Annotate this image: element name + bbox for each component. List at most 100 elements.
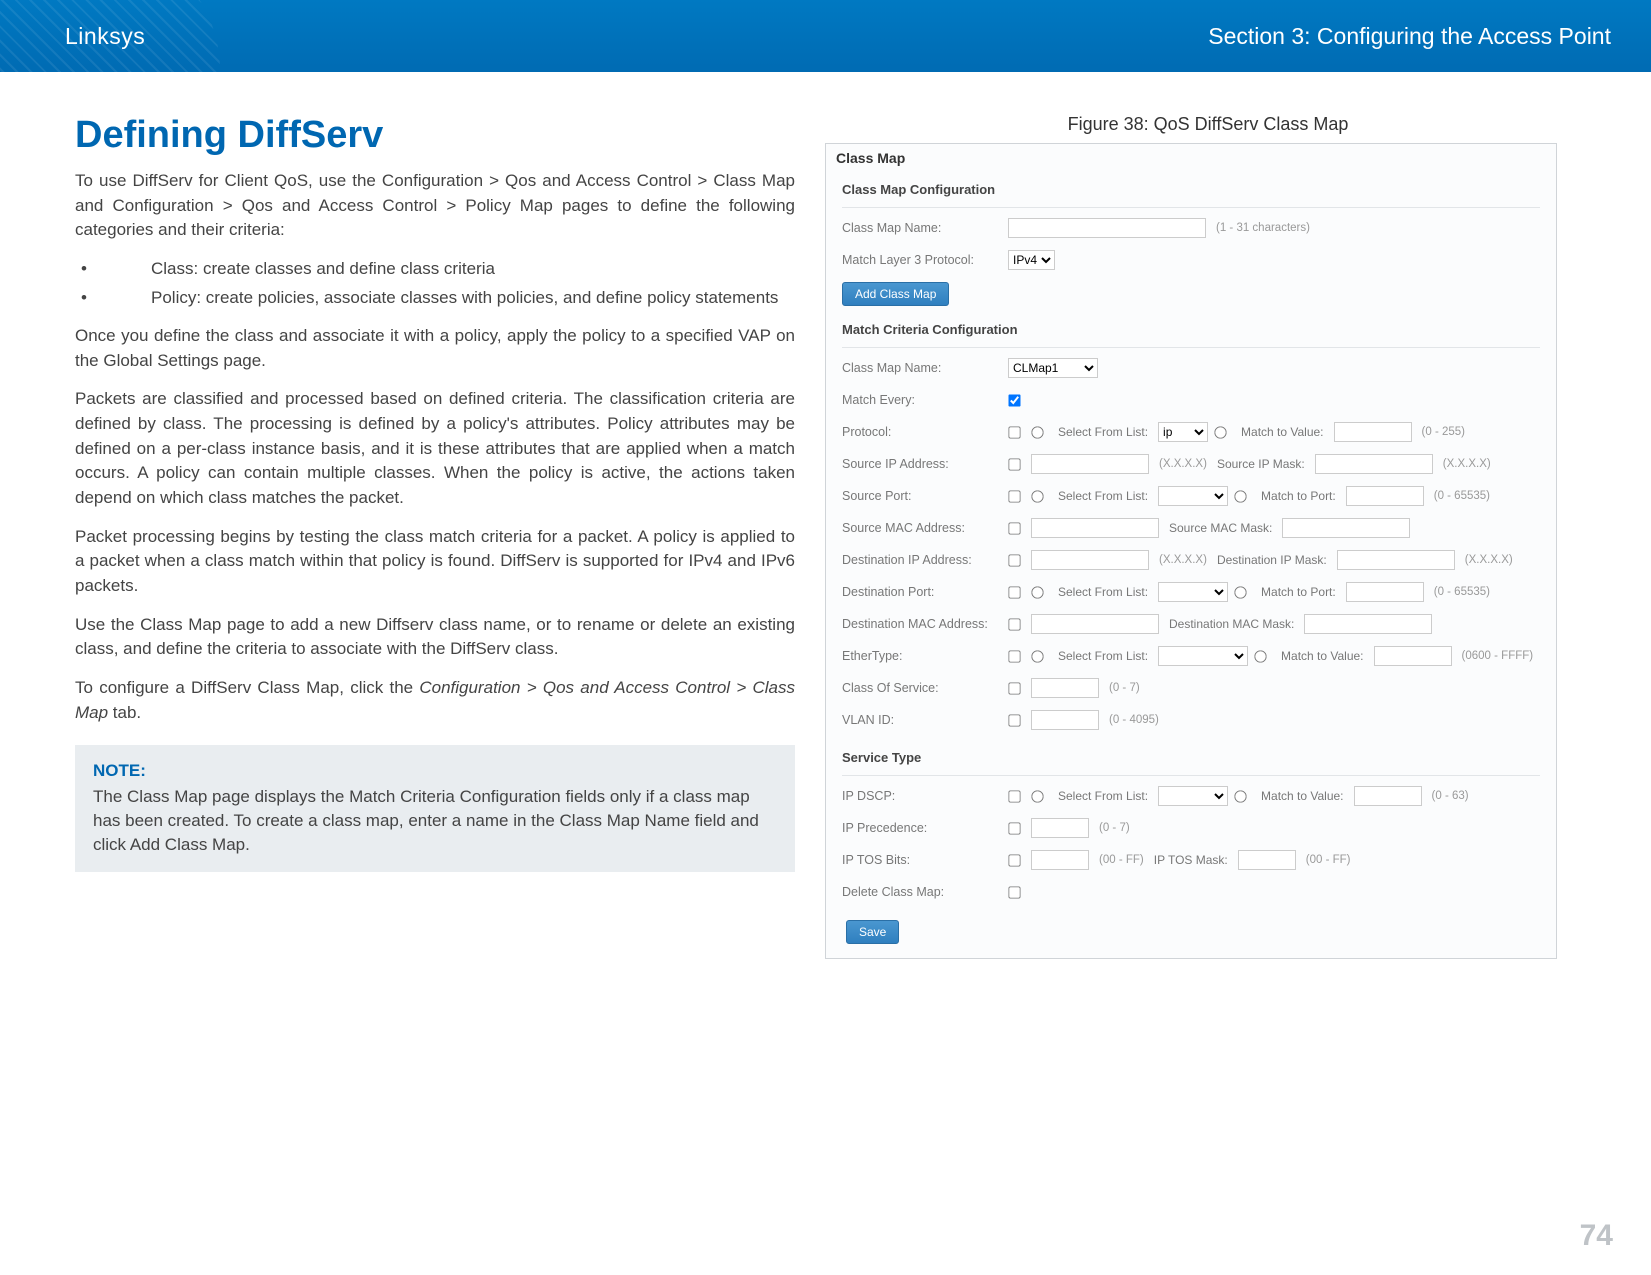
dst-mac-mask-input[interactable] — [1304, 614, 1432, 634]
src-port-select[interactable] — [1158, 486, 1228, 506]
vlan-checkbox[interactable] — [1008, 714, 1020, 726]
criteria-class-select[interactable]: CLMap1 — [1008, 358, 1098, 378]
page-header: Linksys Section 3: Configuring the Acces… — [0, 0, 1651, 72]
ethertype-list-radio[interactable] — [1031, 650, 1043, 662]
hint: (0 - 255) — [1422, 426, 1465, 438]
page-title: Defining DiffServ — [75, 114, 795, 157]
sub-label: Match to Port: — [1261, 489, 1336, 503]
brand-text: Linksys — [65, 23, 145, 50]
iptos-mask-input[interactable] — [1238, 850, 1296, 870]
hint: (0 - 63) — [1432, 790, 1469, 802]
sub-label: Match to Port: — [1261, 585, 1336, 599]
dst-port-list-radio[interactable] — [1031, 586, 1043, 598]
label-iptos: IP TOS Bits: — [842, 853, 1002, 867]
label-dst-port: Destination Port: — [842, 585, 1002, 599]
hint: (0 - 65535) — [1434, 586, 1490, 598]
ethertype-value-radio[interactable] — [1254, 650, 1266, 662]
label-ipprec: IP Precedence: — [842, 821, 1002, 835]
section-breadcrumb: Section 3: Configuring the Access Point — [1208, 23, 1611, 50]
cos-checkbox[interactable] — [1008, 682, 1020, 694]
iptos-checkbox[interactable] — [1008, 854, 1020, 866]
class-map-name-input[interactable] — [1008, 218, 1206, 238]
dst-port-checkbox[interactable] — [1008, 586, 1020, 598]
ipdscp-value-radio[interactable] — [1234, 790, 1246, 802]
bullet-list: •Class: create classes and define class … — [75, 257, 795, 310]
delete-class-map-checkbox[interactable] — [1008, 886, 1020, 898]
iptos-input[interactable] — [1031, 850, 1089, 870]
src-mac-mask-input[interactable] — [1282, 518, 1410, 538]
src-port-value-input[interactable] — [1346, 486, 1424, 506]
src-port-list-radio[interactable] — [1031, 490, 1043, 502]
src-port-value-radio[interactable] — [1234, 490, 1246, 502]
dst-port-value-radio[interactable] — [1234, 586, 1246, 598]
hint: (X.X.X.X) — [1159, 554, 1207, 566]
ipdscp-list-radio[interactable] — [1031, 790, 1043, 802]
hint: (0 - 7) — [1109, 682, 1140, 694]
src-ip-input[interactable] — [1031, 454, 1149, 474]
hint: (0600 - FFFF) — [1462, 650, 1534, 662]
label-ipdscp: IP DSCP: — [842, 789, 1002, 803]
sub-label: Select From List: — [1058, 425, 1148, 439]
label-class-map-name-2: Class Map Name: — [842, 361, 1002, 375]
protocol-value-input[interactable] — [1334, 422, 1412, 442]
save-button[interactable]: Save — [846, 920, 899, 944]
label-delete: Delete Class Map: — [842, 885, 1002, 899]
hint: (0 - 7) — [1099, 822, 1130, 834]
cos-input[interactable] — [1031, 678, 1099, 698]
hint: (X.X.X.X) — [1443, 458, 1491, 470]
sub-label: Select From List: — [1058, 789, 1148, 803]
src-ip-mask-input[interactable] — [1315, 454, 1433, 474]
match-every-checkbox[interactable] — [1008, 394, 1020, 406]
hint: (00 - FF) — [1306, 854, 1351, 866]
ipprec-input[interactable] — [1031, 818, 1089, 838]
sub-label: Source MAC Mask: — [1169, 521, 1272, 535]
sub-label: Destination IP Mask: — [1217, 553, 1327, 567]
body-paragraph: Use the Class Map page to add a new Diff… — [75, 613, 795, 662]
ipdscp-checkbox[interactable] — [1008, 790, 1020, 802]
ethertype-value-input[interactable] — [1374, 646, 1452, 666]
src-mac-checkbox[interactable] — [1008, 522, 1020, 534]
note-box: NOTE: The Class Map page displays the Ma… — [75, 745, 795, 872]
src-mac-input[interactable] — [1031, 518, 1159, 538]
layer3-protocol-select[interactable]: IPv4 — [1008, 250, 1055, 270]
label-cos: Class Of Service: — [842, 681, 1002, 695]
src-ip-checkbox[interactable] — [1008, 458, 1020, 470]
add-class-map-button[interactable]: Add Class Map — [842, 282, 949, 306]
panel-title: Class Map — [826, 144, 1556, 172]
ethertype-select[interactable] — [1158, 646, 1248, 666]
body-paragraph: Packet processing begins by testing the … — [75, 525, 795, 599]
hint: (X.X.X.X) — [1465, 554, 1513, 566]
sub-label: Destination MAC Mask: — [1169, 617, 1294, 631]
sub-label: Source IP Mask: — [1217, 457, 1305, 471]
section-heading-config: Class Map Configuration — [826, 172, 1556, 203]
dst-mac-input[interactable] — [1031, 614, 1159, 634]
section-heading-criteria: Match Criteria Configuration — [826, 312, 1556, 343]
protocol-list-radio[interactable] — [1031, 426, 1043, 438]
label-dst-mac: Destination MAC Address: — [842, 617, 1002, 631]
section-heading-service-type: Service Type — [826, 736, 1556, 771]
dst-ip-mask-input[interactable] — [1337, 550, 1455, 570]
dst-ip-input[interactable] — [1031, 550, 1149, 570]
vlan-input[interactable] — [1031, 710, 1099, 730]
body-paragraph: Packets are classified and processed bas… — [75, 387, 795, 510]
bullet-class: Class: create classes and define class c… — [151, 257, 495, 282]
label-src-port: Source Port: — [842, 489, 1002, 503]
label-ethertype: EtherType: — [842, 649, 1002, 663]
dst-port-select[interactable] — [1158, 582, 1228, 602]
sub-label: Match to Value: — [1241, 425, 1324, 439]
ipdscp-select[interactable] — [1158, 786, 1228, 806]
ethertype-checkbox[interactable] — [1008, 650, 1020, 662]
dst-ip-checkbox[interactable] — [1008, 554, 1020, 566]
sub-label: Select From List: — [1058, 585, 1148, 599]
ipdscp-value-input[interactable] — [1354, 786, 1422, 806]
protocol-enable-checkbox[interactable] — [1008, 426, 1020, 438]
class-map-panel: Class Map Class Map Configuration Class … — [825, 143, 1557, 959]
dst-port-value-input[interactable] — [1346, 582, 1424, 602]
ipprec-checkbox[interactable] — [1008, 822, 1020, 834]
protocol-select[interactable]: ip — [1158, 422, 1208, 442]
dst-mac-checkbox[interactable] — [1008, 618, 1020, 630]
hint: (00 - FF) — [1099, 854, 1144, 866]
protocol-value-radio[interactable] — [1214, 426, 1226, 438]
sub-label: Select From List: — [1058, 649, 1148, 663]
src-port-checkbox[interactable] — [1008, 490, 1020, 502]
